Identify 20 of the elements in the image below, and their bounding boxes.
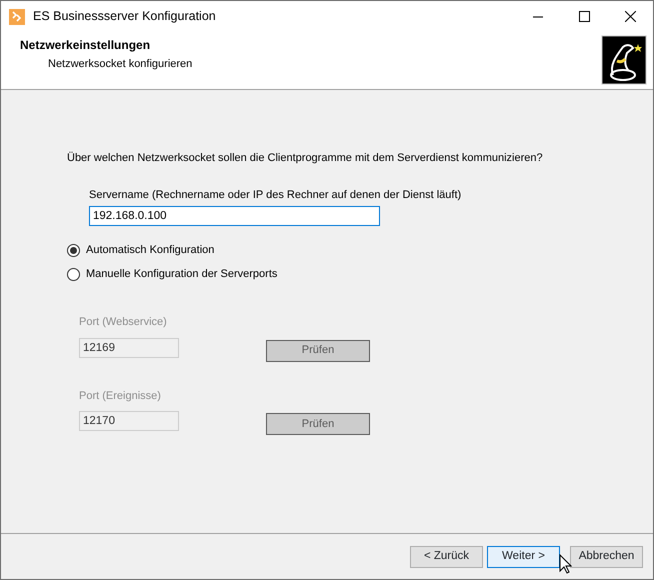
- wizard-hat-icon: [601, 35, 647, 85]
- servername-field[interactable]: 192.168.0.100: [89, 206, 380, 226]
- radio-label[interactable]: Automatisch Konfiguration: [86, 242, 214, 258]
- wizard-button[interactable]: Weiter >: [487, 546, 560, 568]
- radio-label[interactable]: Manuelle Konfiguration der Serverports: [86, 266, 278, 282]
- servername-label: Servername (Rechnername oder IP des Rechner auf denen der Dienst läuft): [89, 188, 462, 202]
- maximize-icon[interactable]: [578, 11, 590, 22]
- close-icon[interactable]: [624, 11, 636, 22]
- app-icon: [9, 8, 25, 24]
- wizard-button[interactable]: Abbrechen: [570, 546, 643, 568]
- wizard-button[interactable]: < Zurück: [410, 546, 483, 568]
- window-title: ES Businessserver Konfiguration: [33, 8, 216, 26]
- page-title: Netzwerkeinstellungen: [20, 37, 152, 54]
- cursor-icon: [559, 554, 572, 574]
- radio-button[interactable]: [67, 244, 80, 256]
- question-text: Über welchen Netzwerksocket sollen die Clientprogramme mit dem Serverdienst kommunizieren?: [67, 150, 544, 166]
- page-subtitle: Netzwerksocket konfigurieren: [48, 57, 192, 72]
- port-label: Port (Webservice): [79, 315, 168, 330]
- port-label: Port (Ereignisse): [79, 388, 162, 404]
- radio-button[interactable]: [67, 268, 80, 280]
